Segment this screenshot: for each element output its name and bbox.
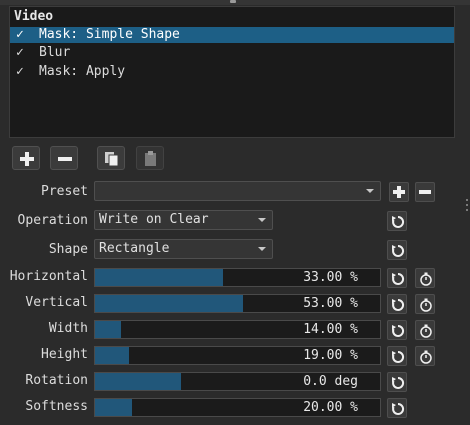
preset-label: Preset [41,184,88,199]
softness-slider-fill [95,399,133,416]
stopwatch-icon [420,350,432,364]
keyframe-vertical-button[interactable] [415,294,435,314]
stopwatch-icon [420,298,432,312]
rotation-label: Rotation [25,373,88,388]
rotation-slider[interactable]: 0.0 deg [94,372,381,391]
paste-icon [145,151,156,166]
reset-icon [392,272,405,285]
reset-icon [392,324,405,337]
shape-dropdown[interactable]: Rectangle [94,239,273,259]
splitter-grip-icon[interactable] [466,199,468,213]
top-splitter[interactable] [0,0,470,5]
reset-height-button[interactable] [387,346,407,366]
softness-label: Softness [25,399,88,414]
filter-item-label: Blur [39,45,71,60]
width-label: Width [48,321,88,336]
remove-icon [419,190,431,194]
reset-icon [392,402,405,415]
reset-icon [392,244,405,257]
filter-list[interactable]: Video ✓ Mask: Simple Shape ✓ Blur ✓ Mask… [9,6,455,138]
reset-icon [392,350,405,363]
operation-value: Write on Clear [99,212,209,227]
save-preset-button[interactable] [389,182,409,202]
filter-item-label: Mask: Apply [39,64,126,79]
filter-item-mask-simple-shape[interactable]: ✓ Mask: Simple Shape [10,27,454,43]
filter-list-header: Video [14,9,54,24]
rotation-slider-fill [95,373,181,390]
filter-item-mask-apply[interactable]: ✓ Mask: Apply [10,64,454,80]
chevron-down-icon [258,218,266,222]
preset-dropdown[interactable] [94,181,381,201]
width-slider-fill [95,321,121,338]
splitter-handle[interactable] [230,0,236,3]
remove-icon [58,157,72,161]
filter-item-blur[interactable]: ✓ Blur [10,45,454,61]
stopwatch-icon [420,324,432,338]
chevron-down-icon [258,247,266,251]
height-slider[interactable]: 19.00 % [94,346,381,365]
add-filter-button[interactable] [12,146,40,170]
operation-dropdown[interactable]: Write on Clear [94,210,273,230]
add-icon [20,152,34,166]
rotation-value[interactable]: 0.0 deg [303,373,358,390]
copy-filter-button[interactable] [97,146,125,170]
vertical-slider-fill [95,295,244,312]
width-value[interactable]: 14.00 % [303,321,358,338]
vertical-label: Vertical [25,295,88,310]
height-value[interactable]: 19.00 % [303,347,358,364]
reset-horizontal-button[interactable] [387,268,407,288]
reset-icon [392,215,405,228]
reset-operation-button[interactable] [387,211,407,231]
keyframe-height-button[interactable] [415,346,435,366]
horizontal-slider-fill [95,269,224,286]
keyframe-horizontal-button[interactable] [415,268,435,288]
chevron-down-icon [366,189,374,193]
height-label: Height [41,347,88,362]
horizontal-slider[interactable]: 33.00 % [94,268,381,287]
checkbox-icon[interactable]: ✓ [16,64,24,80]
reset-icon [392,298,405,311]
reset-rotation-button[interactable] [387,372,407,392]
shape-label: Shape [48,242,88,257]
shape-value: Rectangle [99,241,170,256]
operation-label: Operation [17,213,88,228]
softness-value[interactable]: 20.00 % [303,399,358,416]
horizontal-value[interactable]: 33.00 % [303,269,358,286]
checkbox-icon[interactable]: ✓ [16,45,24,61]
reset-icon [392,376,405,389]
reset-softness-button[interactable] [387,398,407,418]
checkbox-icon[interactable]: ✓ [16,27,24,43]
vertical-value[interactable]: 53.00 % [303,295,358,312]
softness-slider[interactable]: 20.00 % [94,398,381,417]
height-slider-fill [95,347,130,364]
width-slider[interactable]: 14.00 % [94,320,381,339]
reset-vertical-button[interactable] [387,294,407,314]
paste-filter-button[interactable] [136,146,164,170]
stopwatch-icon [420,272,432,286]
copy-icon [105,152,119,167]
reset-width-button[interactable] [387,320,407,340]
horizontal-label: Horizontal [9,269,88,284]
keyframe-width-button[interactable] [415,320,435,340]
add-icon [393,186,405,198]
filter-item-label: Mask: Simple Shape [39,27,180,42]
reset-shape-button[interactable] [387,240,407,260]
remove-filter-button[interactable] [50,146,78,170]
vertical-slider[interactable]: 53.00 % [94,294,381,313]
delete-preset-button[interactable] [415,182,435,202]
